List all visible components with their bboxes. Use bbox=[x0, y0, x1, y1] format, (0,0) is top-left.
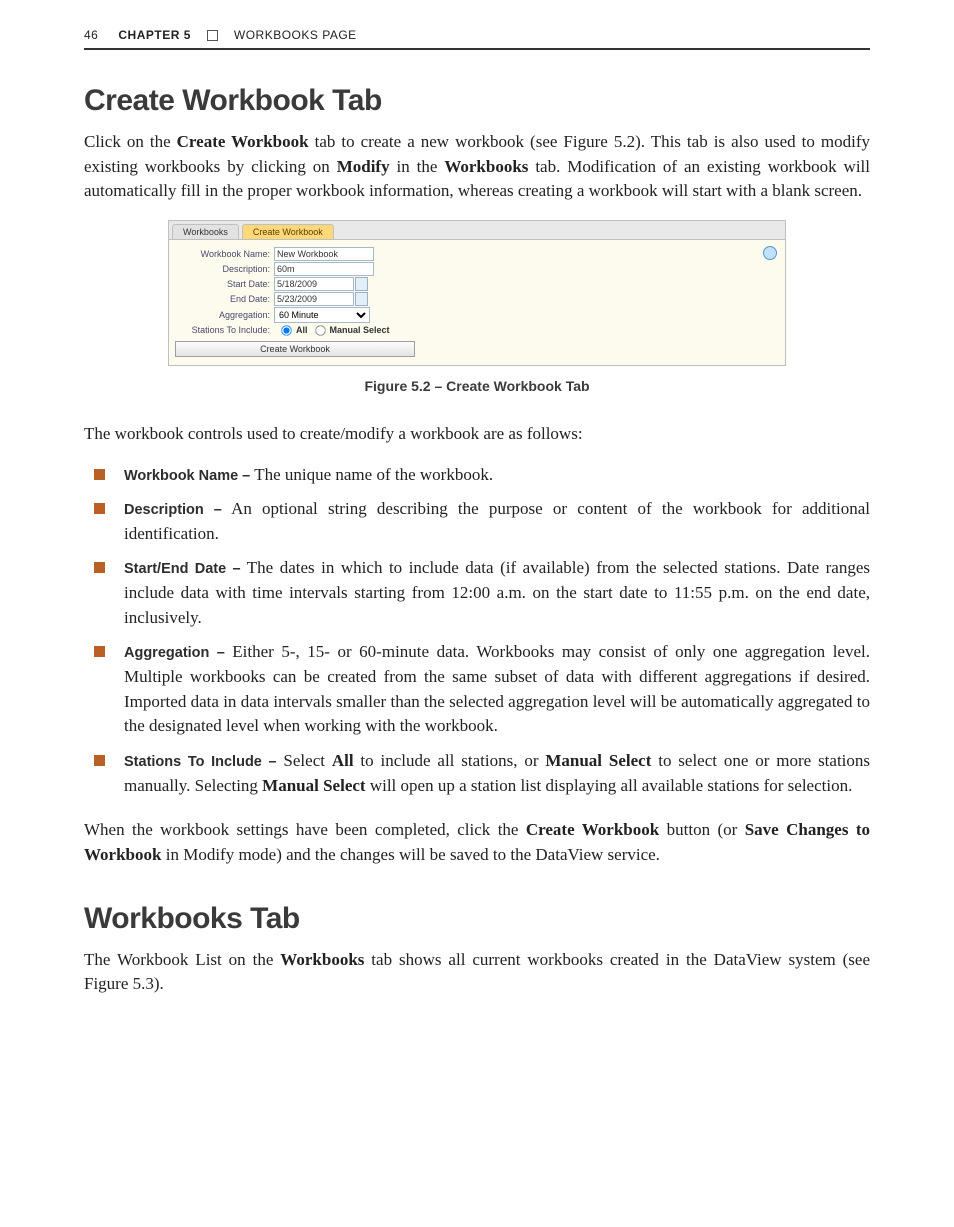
workbooks-tab-paragraph: The Workbook List on the Workbooks tab s… bbox=[84, 948, 870, 997]
text: The Workbook List on the bbox=[84, 950, 280, 969]
label-end: End Date: bbox=[175, 294, 274, 304]
tab-workbooks[interactable]: Workbooks bbox=[172, 224, 239, 239]
list-item: Aggregation – Either 5-, 15- or 60-minut… bbox=[94, 640, 870, 739]
radio-label-all: All bbox=[296, 325, 308, 335]
text: button (or bbox=[659, 820, 744, 839]
label-start: Start Date: bbox=[175, 279, 274, 289]
list-item: Workbook Name – The unique name of the w… bbox=[94, 463, 870, 488]
text: will open up a station list displaying a… bbox=[366, 776, 853, 795]
list-term: Description – bbox=[124, 502, 222, 518]
end-date-field[interactable] bbox=[274, 292, 354, 306]
list-item: Stations To Include – Select All to incl… bbox=[94, 749, 870, 798]
row-stations: Stations To Include: All Manual Select bbox=[175, 324, 779, 337]
page-number: 46 bbox=[84, 28, 98, 42]
tab-bar: Workbooks Create Workbook bbox=[169, 221, 785, 239]
row-desc: Description: bbox=[175, 262, 779, 276]
row-end: End Date: bbox=[175, 292, 779, 306]
section-heading-workbooks: Workbooks Tab bbox=[84, 902, 870, 936]
tab-create-workbook[interactable]: Create Workbook bbox=[242, 224, 334, 239]
text-bold: Create Workbook bbox=[526, 820, 659, 839]
text: to include all stations, or bbox=[354, 751, 546, 770]
list-term: Aggregation – bbox=[124, 645, 225, 661]
square-icon bbox=[207, 30, 218, 41]
figure-caption: Figure 5.2 – Create Workbook Tab bbox=[364, 378, 589, 394]
text-bold: All bbox=[332, 751, 354, 770]
chapter-subtitle: WORKBOOKS PAGE bbox=[234, 28, 357, 42]
list-term: Start/End Date – bbox=[124, 561, 241, 577]
stations-all-radio[interactable] bbox=[281, 325, 291, 335]
text-bold: Workbooks bbox=[444, 157, 528, 176]
text-bold: Workbooks bbox=[280, 950, 364, 969]
help-icon[interactable] bbox=[763, 246, 777, 260]
row-name: Workbook Name: bbox=[175, 247, 779, 261]
controls-list: Workbook Name – The unique name of the w… bbox=[84, 463, 870, 799]
list-term: Workbook Name – bbox=[124, 468, 250, 484]
radio-label-manual: Manual Select bbox=[330, 325, 390, 335]
list-term: Stations To Include – bbox=[124, 754, 277, 770]
description-field[interactable] bbox=[274, 262, 374, 276]
create-workbook-screenshot: Workbooks Create Workbook Workbook Name:… bbox=[168, 220, 786, 366]
text: in Modify mode) and the changes will be … bbox=[161, 845, 659, 864]
text: Click on the bbox=[84, 132, 177, 151]
workbook-name-field[interactable] bbox=[274, 247, 374, 261]
chapter-label: CHAPTER 5 bbox=[118, 28, 191, 42]
intro-paragraph: Click on the Create Workbook tab to crea… bbox=[84, 130, 870, 204]
text: in the bbox=[390, 157, 445, 176]
closing-paragraph: When the workbook settings have been com… bbox=[84, 818, 870, 867]
list-body: An optional string describing the purpos… bbox=[124, 499, 870, 543]
form-panel: Workbook Name: Description: Start Date: … bbox=[169, 239, 785, 365]
list-item: Start/End Date – The dates in which to i… bbox=[94, 556, 870, 630]
calendar-icon[interactable] bbox=[355, 277, 368, 291]
text-bold: Modify bbox=[337, 157, 390, 176]
list-body: Either 5-, 15- or 60-minute data. Workbo… bbox=[124, 642, 870, 735]
text-bold: Manual Select bbox=[262, 776, 365, 795]
label-name: Workbook Name: bbox=[175, 249, 274, 259]
label-stations: Stations To Include: bbox=[175, 325, 274, 335]
label-desc: Description: bbox=[175, 264, 274, 274]
start-date-field[interactable] bbox=[274, 277, 354, 291]
text: When the workbook settings have been com… bbox=[84, 820, 526, 839]
list-item: Description – An optional string describ… bbox=[94, 497, 870, 546]
section-heading-create: Create Workbook Tab bbox=[84, 84, 870, 118]
text-bold: Manual Select bbox=[545, 751, 651, 770]
running-header: 46 CHAPTER 5 WORKBOOKS PAGE bbox=[84, 28, 870, 50]
stations-manual-radio[interactable] bbox=[315, 325, 325, 335]
calendar-icon[interactable] bbox=[355, 292, 368, 306]
page: 46 CHAPTER 5 WORKBOOKS PAGE Create Workb… bbox=[0, 0, 954, 1227]
text: Select bbox=[277, 751, 332, 770]
aggregation-select[interactable]: 60 Minute bbox=[274, 307, 370, 323]
controls-intro: The workbook controls used to create/mod… bbox=[84, 422, 870, 447]
create-workbook-button[interactable]: Create Workbook bbox=[175, 341, 415, 357]
figure-5-2: Workbooks Create Workbook Workbook Name:… bbox=[84, 220, 870, 418]
row-start: Start Date: bbox=[175, 277, 779, 291]
row-agg: Aggregation: 60 Minute bbox=[175, 307, 779, 323]
label-agg: Aggregation: bbox=[175, 310, 274, 320]
text-bold: Create Workbook bbox=[177, 132, 309, 151]
list-body: The unique name of the workbook. bbox=[250, 465, 493, 484]
